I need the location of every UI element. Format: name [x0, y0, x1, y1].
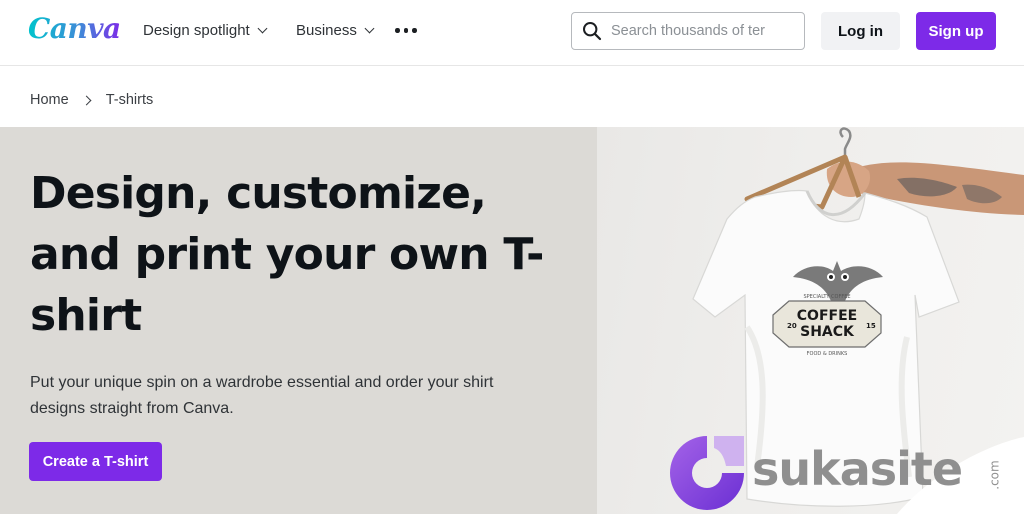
- shirt-line2: SHACK: [800, 324, 855, 340]
- shirt-bottom-text: FOOD & DRINKS: [807, 351, 848, 357]
- chevron-down-icon: [257, 23, 268, 34]
- chevron-down-icon: [364, 23, 375, 34]
- hero-title: Design, customize, and print your own T-…: [30, 168, 544, 341]
- login-button[interactable]: Log in: [821, 12, 900, 50]
- more-horizontal-icon[interactable]: [395, 28, 417, 33]
- nav-business-label: Business: [296, 22, 357, 39]
- search-icon: [583, 22, 602, 41]
- breadcrumb-current: T-shirts: [105, 92, 154, 108]
- hero-section: Design, customize, and print your own T-…: [0, 127, 1024, 514]
- nav-design-spotlight-label: Design spotlight: [143, 22, 250, 39]
- shirt-year-left: 20: [787, 322, 797, 330]
- nav-business[interactable]: Business: [296, 22, 375, 39]
- watermark-suffix: .com: [987, 460, 1002, 490]
- chevron-right-icon: [81, 95, 92, 105]
- sukasite-watermark: sukasite .com: [666, 432, 1024, 514]
- top-navigation: Canva Design spotlight Business Log in S…: [0, 0, 1024, 66]
- breadcrumb: Home T-shirts: [30, 92, 153, 108]
- create-tshirt-button[interactable]: Create a T-shirt: [29, 442, 162, 481]
- shirt-year-right: 15: [866, 322, 876, 330]
- shirt-top-text: SPECIALTY COFFEE: [803, 294, 850, 300]
- shirt-line1: COFFEE: [797, 308, 857, 324]
- search-input[interactable]: [611, 23, 781, 39]
- sukasite-logo-icon: [670, 436, 744, 510]
- nav-design-spotlight[interactable]: Design spotlight: [143, 22, 268, 39]
- canva-logo[interactable]: Canva: [28, 12, 121, 45]
- watermark-text: sukasite: [752, 442, 963, 496]
- signup-button[interactable]: Sign up: [916, 12, 996, 50]
- breadcrumb-home-link[interactable]: Home: [30, 92, 69, 108]
- search-box[interactable]: [571, 12, 805, 50]
- hero-subtitle: Put your unique spin on a wardrobe essen…: [30, 374, 494, 417]
